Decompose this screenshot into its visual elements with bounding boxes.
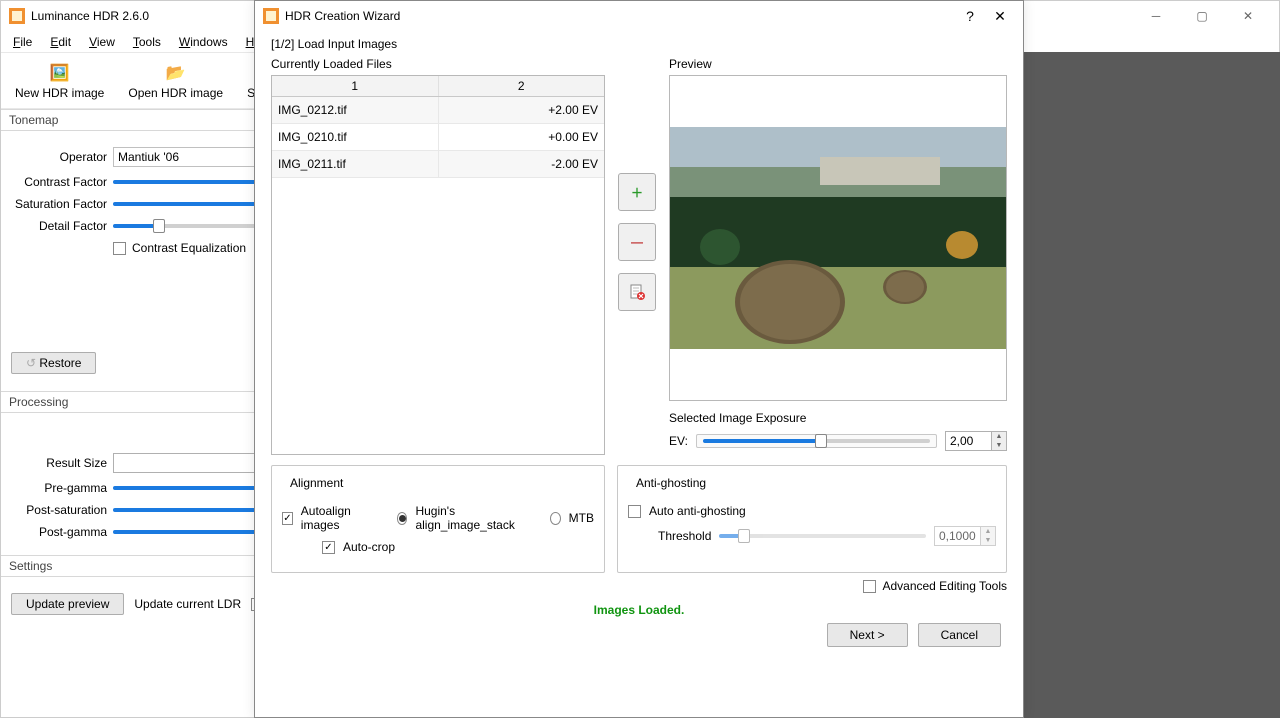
ev-spinner[interactable]: ▲▼ bbox=[945, 431, 1007, 451]
threshold-label: Threshold bbox=[658, 529, 711, 543]
menu-tools[interactable]: Tools bbox=[125, 33, 169, 51]
plus-icon: ＋ bbox=[631, 184, 643, 201]
folder-icon: 📂 bbox=[165, 62, 187, 84]
maximize-icon[interactable]: ▢ bbox=[1179, 1, 1225, 31]
restore-button[interactable]: ↺ Restore bbox=[11, 352, 96, 374]
contrast-eq-label: Contrast Equalization bbox=[132, 241, 246, 255]
post-sat-label: Post-saturation bbox=[11, 503, 107, 517]
new-hdr-button[interactable]: 🖼️ New HDR image bbox=[9, 60, 110, 102]
help-icon[interactable]: ? bbox=[955, 8, 985, 24]
autocrop-checkbox[interactable] bbox=[322, 541, 335, 554]
dialog-close-icon[interactable]: ✕ bbox=[985, 8, 1015, 25]
app-icon bbox=[9, 8, 25, 24]
dialog-title: HDR Creation Wizard bbox=[285, 9, 955, 23]
col-1-header[interactable]: 1 bbox=[272, 76, 439, 96]
autoalign-checkbox[interactable] bbox=[282, 512, 293, 525]
advanced-label: Advanced Editing Tools bbox=[882, 579, 1007, 593]
hdr-wizard-dialog: HDR Creation Wizard ? ✕ [1/2] Load Input… bbox=[254, 0, 1024, 718]
cancel-button[interactable]: Cancel bbox=[918, 623, 1001, 647]
hugin-radio[interactable] bbox=[397, 512, 408, 525]
chevron-down-icon[interactable]: ▼ bbox=[981, 536, 995, 545]
minimize-icon[interactable]: ─ bbox=[1133, 1, 1179, 31]
open-hdr-label: Open HDR image bbox=[128, 86, 223, 100]
contrast-eq-checkbox[interactable] bbox=[113, 242, 126, 255]
next-button[interactable]: Next > bbox=[827, 623, 908, 647]
mtb-label: MTB bbox=[569, 511, 594, 525]
file-ev: +0.00 EV bbox=[439, 124, 605, 150]
ev-label: EV: bbox=[669, 434, 688, 448]
menu-view[interactable]: View bbox=[81, 33, 123, 51]
preview-box bbox=[669, 75, 1007, 401]
loaded-files-label: Currently Loaded Files bbox=[271, 57, 605, 71]
file-ev: -2.00 EV bbox=[439, 151, 605, 177]
operator-label: Operator bbox=[11, 150, 107, 164]
status-message: Images Loaded. bbox=[271, 603, 1007, 617]
preview-image bbox=[670, 127, 1006, 349]
post-gamma-label: Post-gamma bbox=[11, 525, 107, 539]
chevron-up-icon[interactable]: ▲ bbox=[992, 432, 1006, 441]
auto-antighost-label: Auto anti-ghosting bbox=[649, 504, 746, 518]
new-hdr-label: New HDR image bbox=[15, 86, 104, 100]
col-2-header[interactable]: 2 bbox=[439, 76, 605, 96]
add-file-button[interactable]: ＋ bbox=[618, 173, 656, 211]
ev-value-input[interactable] bbox=[945, 431, 991, 451]
table-row[interactable]: IMG_0212.tif +2.00 EV bbox=[272, 97, 604, 124]
alignment-group-label: Alignment bbox=[286, 476, 347, 490]
saturation-label: Saturation Factor bbox=[11, 197, 107, 211]
threshold-slider[interactable] bbox=[719, 534, 926, 538]
table-row[interactable]: IMG_0211.tif -2.00 EV bbox=[272, 151, 604, 178]
chevron-up-icon[interactable]: ▲ bbox=[981, 527, 995, 536]
remove-file-button[interactable]: — bbox=[618, 223, 656, 261]
autocrop-label: Auto-crop bbox=[343, 540, 395, 554]
antighost-group-label: Anti-ghosting bbox=[632, 476, 710, 490]
close-icon[interactable]: ✕ bbox=[1225, 1, 1271, 31]
dialog-titlebar: HDR Creation Wizard ? ✕ bbox=[255, 1, 1023, 31]
dialog-icon bbox=[263, 8, 279, 24]
hugin-label: Hugin's align_image_stack bbox=[415, 504, 529, 532]
clear-files-button[interactable] bbox=[618, 273, 656, 311]
file-name: IMG_0210.tif bbox=[272, 124, 439, 150]
chevron-down-icon[interactable]: ▼ bbox=[992, 441, 1006, 450]
file-ev: +2.00 EV bbox=[439, 97, 605, 123]
detail-label: Detail Factor bbox=[11, 219, 107, 233]
mtb-radio[interactable] bbox=[550, 512, 561, 525]
threshold-input[interactable] bbox=[934, 526, 980, 546]
file-name: IMG_0211.tif bbox=[272, 151, 439, 177]
minus-icon: — bbox=[631, 235, 643, 249]
contrast-label: Contrast Factor bbox=[11, 175, 107, 189]
table-row[interactable]: IMG_0210.tif +0.00 EV bbox=[272, 124, 604, 151]
open-hdr-button[interactable]: 📂 Open HDR image bbox=[122, 60, 229, 102]
menu-file[interactable]: File bbox=[5, 33, 40, 51]
menu-windows[interactable]: Windows bbox=[171, 33, 236, 51]
image-icon: 🖼️ bbox=[49, 62, 71, 84]
file-name: IMG_0212.tif bbox=[272, 97, 439, 123]
update-ldr-label: Update current LDR bbox=[134, 597, 241, 611]
selected-exposure-label: Selected Image Exposure bbox=[669, 411, 1007, 425]
canvas-area bbox=[1024, 52, 1280, 718]
pre-gamma-label: Pre-gamma bbox=[11, 481, 107, 495]
update-preview-button[interactable]: Update preview bbox=[11, 593, 124, 615]
menu-edit[interactable]: Edit bbox=[42, 33, 79, 51]
files-table: 1 2 IMG_0212.tif +2.00 EV IMG_0210.tif +… bbox=[271, 75, 605, 455]
auto-antighost-checkbox[interactable] bbox=[628, 505, 641, 518]
autoalign-label: Autoalign images bbox=[301, 504, 374, 532]
ev-slider[interactable] bbox=[703, 439, 930, 443]
preview-label: Preview bbox=[669, 57, 1007, 71]
result-size-label: Result Size bbox=[11, 456, 107, 470]
document-delete-icon bbox=[628, 283, 646, 301]
threshold-spinner[interactable]: ▲▼ bbox=[934, 526, 996, 546]
step-label: [1/2] Load Input Images bbox=[271, 37, 1007, 51]
advanced-checkbox[interactable] bbox=[863, 580, 876, 593]
